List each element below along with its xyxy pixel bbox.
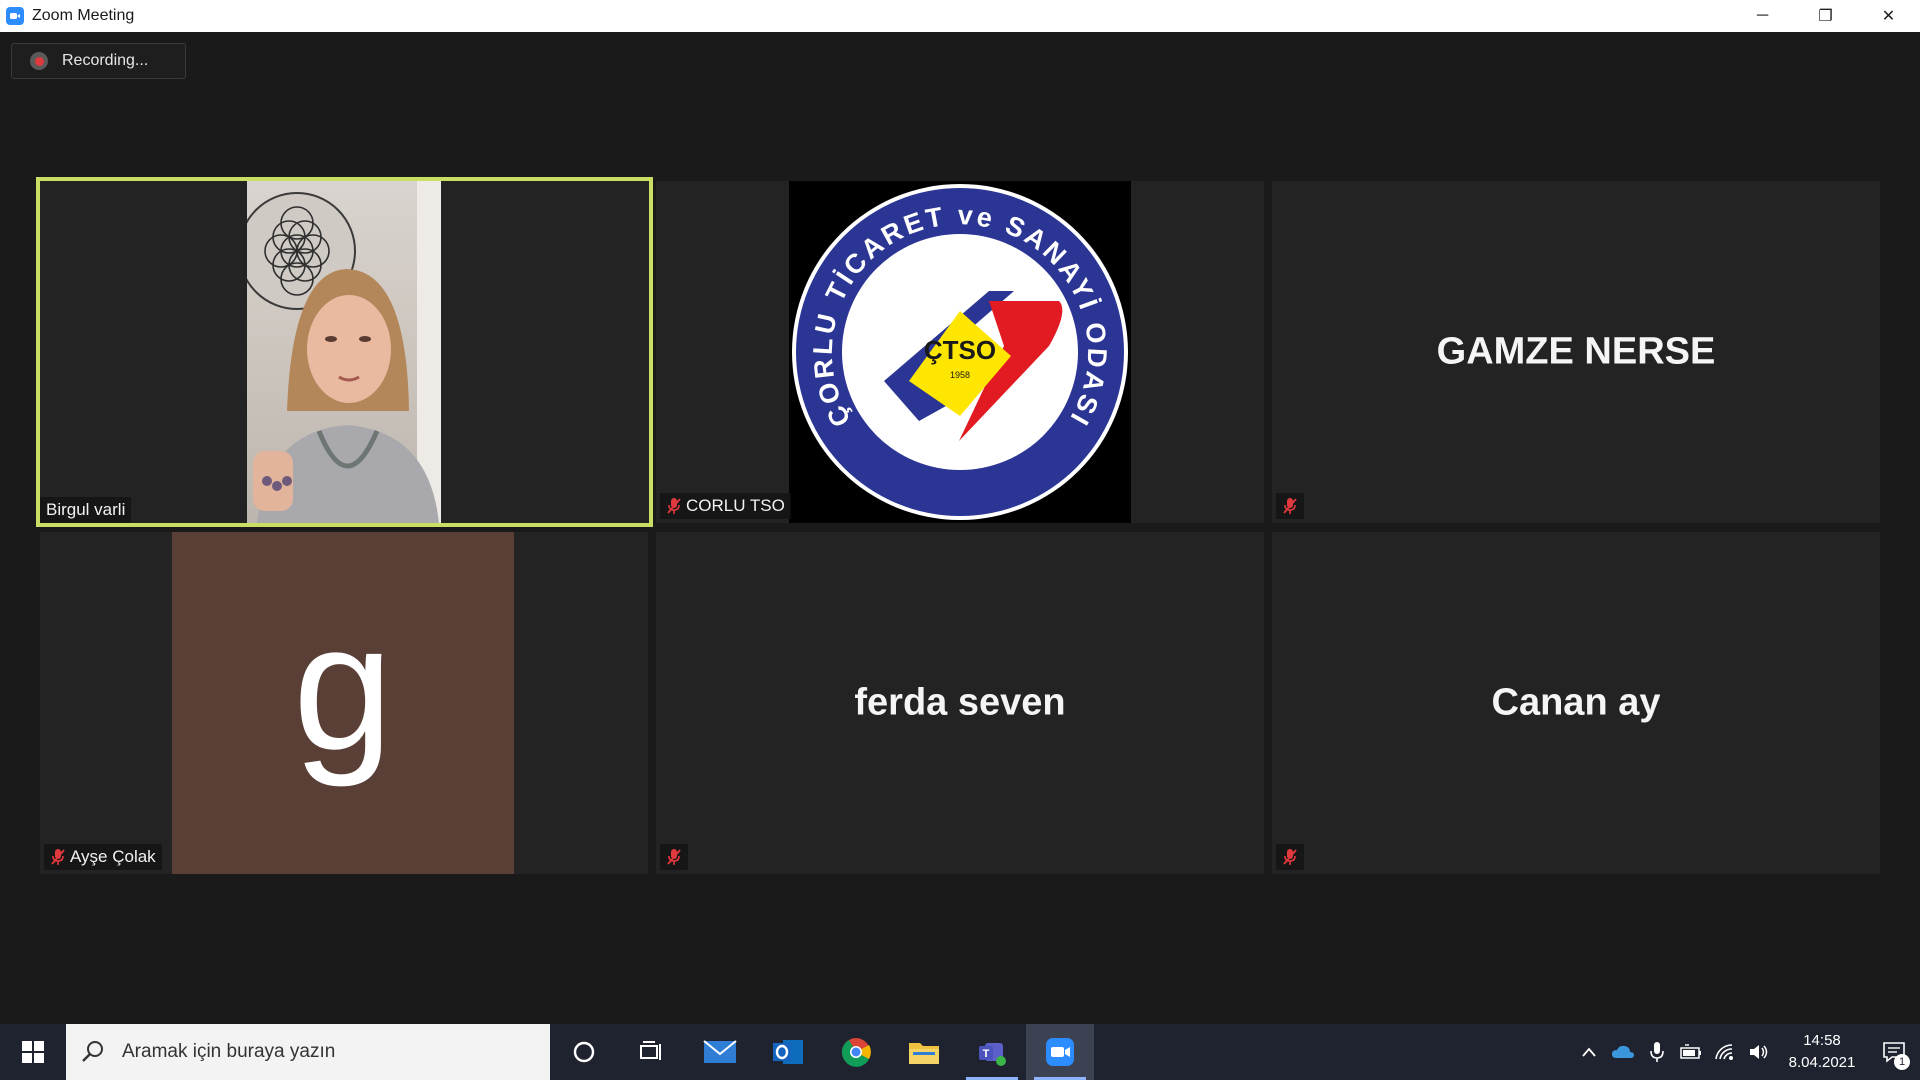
participant-name: Ayşe Çolak xyxy=(70,847,156,866)
chevron-up-icon[interactable] xyxy=(1572,1024,1606,1080)
microphone-icon[interactable] xyxy=(1640,1024,1674,1080)
logo-year: 1958 xyxy=(950,370,970,380)
clock-date: 8.04.2021 xyxy=(1788,1054,1856,1071)
participant-name-tag xyxy=(660,844,688,870)
mic-muted-icon xyxy=(1282,497,1298,515)
participant-tile-canan[interactable]: Canan ay xyxy=(1272,532,1880,874)
zoom-app-icon xyxy=(6,7,24,25)
taskbar-search-box[interactable]: Aramak için buraya yazın xyxy=(66,1024,550,1080)
mic-muted-icon xyxy=(50,848,66,866)
ctso-logo: ÇORLU TİCARET ve SANAYİ ODASI ÇTSO 1958 xyxy=(792,184,1128,520)
task-view-icon[interactable] xyxy=(618,1024,686,1080)
logo-video: ÇORLU TİCARET ve SANAYİ ODASI ÇTSO 1958 xyxy=(789,181,1131,523)
notification-badge: 1 xyxy=(1894,1054,1910,1070)
avatar: g xyxy=(172,532,514,874)
window-titlebar: Zoom Meeting ─ ❐ ✕ xyxy=(0,0,1920,32)
participant-name-tag xyxy=(1276,493,1304,519)
battery-icon[interactable] xyxy=(1674,1024,1708,1080)
wifi-icon[interactable] xyxy=(1708,1024,1742,1080)
start-button[interactable] xyxy=(0,1024,66,1080)
volume-icon[interactable] xyxy=(1742,1024,1776,1080)
close-button[interactable]: ✕ xyxy=(1857,0,1920,32)
windows-taskbar: Aramak için buraya yazın T 14:58 8.04.20… xyxy=(0,1024,1920,1080)
participant-name-tag: Ayşe Çolak xyxy=(44,844,162,870)
mail-icon[interactable] xyxy=(686,1024,754,1080)
onedrive-icon[interactable] xyxy=(1606,1024,1640,1080)
restore-button[interactable]: ❐ xyxy=(1794,0,1857,32)
meeting-area: Recording... Birgul varli ÇORLU TİCARET … xyxy=(0,32,1920,1024)
chrome-icon[interactable] xyxy=(822,1024,890,1080)
mic-muted-icon xyxy=(666,497,682,515)
window-controls: ─ ❐ ✕ xyxy=(1731,0,1920,32)
zoom-icon[interactable] xyxy=(1026,1024,1094,1080)
cortana-icon[interactable] xyxy=(550,1024,618,1080)
windows-logo-icon xyxy=(22,1041,44,1063)
outlook-icon[interactable] xyxy=(754,1024,822,1080)
avatar-letter: g xyxy=(292,587,394,788)
recording-label: Recording... xyxy=(62,52,149,69)
system-tray: 14:58 8.04.2021 1 xyxy=(1572,1024,1920,1080)
participant-tile-ayse[interactable]: g Ayşe Çolak xyxy=(40,532,648,874)
recording-indicator[interactable]: Recording... xyxy=(11,43,186,79)
participant-tile-corlu-tso[interactable]: ÇORLU TİCARET ve SANAYİ ODASI ÇTSO 1958 … xyxy=(656,181,1264,523)
taskbar-clock[interactable]: 14:58 8.04.2021 xyxy=(1776,1030,1868,1074)
participant-tile-ferda[interactable]: ferda seven xyxy=(656,532,1264,874)
participant-name-tag: CORLU TSO xyxy=(660,493,791,519)
logo-center-text: ÇTSO xyxy=(924,335,996,365)
participant-name-tag: Birgul varli xyxy=(40,497,132,523)
search-icon xyxy=(82,1041,103,1062)
mic-muted-icon xyxy=(666,848,682,866)
participant-video xyxy=(247,181,441,523)
participant-name: CORLU TSO xyxy=(686,496,785,515)
participant-tile-birgul[interactable]: Birgul varli xyxy=(36,177,653,527)
notification-center-button[interactable]: 1 xyxy=(1868,1024,1920,1080)
teams-icon[interactable]: T xyxy=(958,1024,1026,1080)
participant-display-name: Canan ay xyxy=(1491,681,1661,724)
svg-text:T: T xyxy=(983,1048,990,1060)
participant-name: Birgul varli xyxy=(46,500,126,519)
clock-time: 14:58 xyxy=(1803,1032,1841,1049)
participant-display-name: GAMZE NERSE xyxy=(1436,330,1716,373)
mic-muted-icon xyxy=(1282,848,1298,866)
record-icon xyxy=(30,52,48,70)
participant-name-tag xyxy=(1276,844,1304,870)
window-title: Zoom Meeting xyxy=(32,7,135,24)
file-explorer-icon[interactable] xyxy=(890,1024,958,1080)
minimize-button[interactable]: ─ xyxy=(1731,0,1794,32)
camera-feed-graphic xyxy=(247,181,441,523)
participant-tile-gamze[interactable]: GAMZE NERSE xyxy=(1272,181,1880,523)
search-placeholder: Aramak için buraya yazın xyxy=(122,1041,336,1062)
participant-display-name: ferda seven xyxy=(854,681,1066,724)
